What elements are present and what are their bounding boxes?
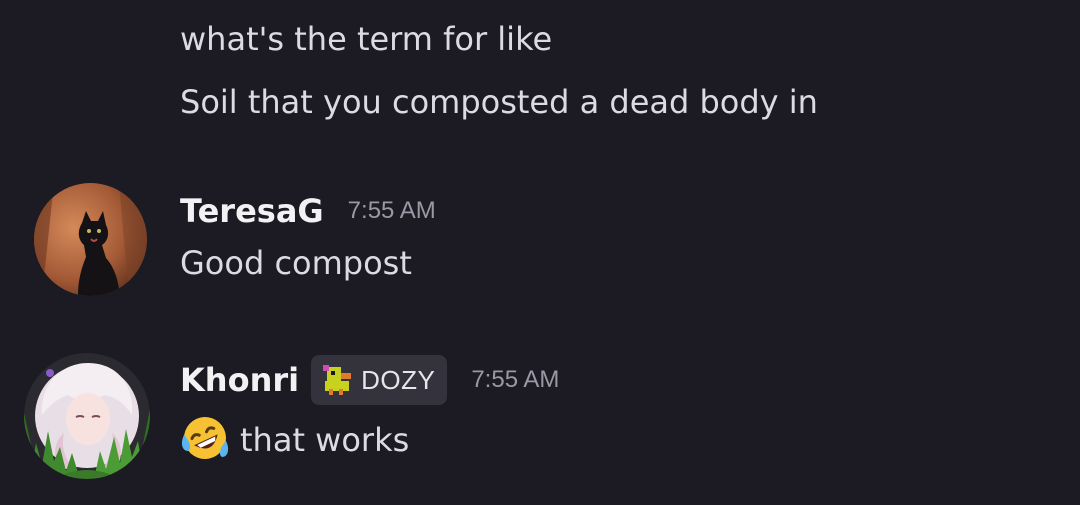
timestamp: 7:55 AM bbox=[347, 197, 436, 224]
avatar-khonri[interactable] bbox=[24, 353, 150, 479]
message-text: that works bbox=[240, 421, 410, 459]
duck-icon bbox=[323, 365, 352, 395]
server-tag[interactable]: DOZY bbox=[311, 355, 448, 405]
black-cat-icon bbox=[34, 183, 147, 296]
username[interactable]: TeresaG bbox=[180, 191, 324, 231]
username[interactable]: Khonri bbox=[180, 360, 299, 400]
message-header: TeresaG 7:55 AM bbox=[180, 191, 436, 231]
message-text: Soil that you composted a dead body in bbox=[180, 83, 818, 121]
message-header: Khonri DOZY 7:55 AM bbox=[180, 355, 559, 405]
chat-log: what's the term for like Soil that you c… bbox=[0, 0, 1080, 505]
message-text: what's the term for like bbox=[180, 20, 553, 58]
avatar-teresag[interactable] bbox=[34, 183, 147, 296]
rolling-on-floor-laughing-icon bbox=[181, 417, 229, 459]
anime-character-icon bbox=[24, 353, 150, 479]
message-line: that works bbox=[180, 413, 409, 463]
timestamp: 7:55 AM bbox=[471, 366, 560, 393]
server-tag-label: DOZY bbox=[361, 364, 436, 395]
message-text: Good compost bbox=[180, 244, 412, 282]
